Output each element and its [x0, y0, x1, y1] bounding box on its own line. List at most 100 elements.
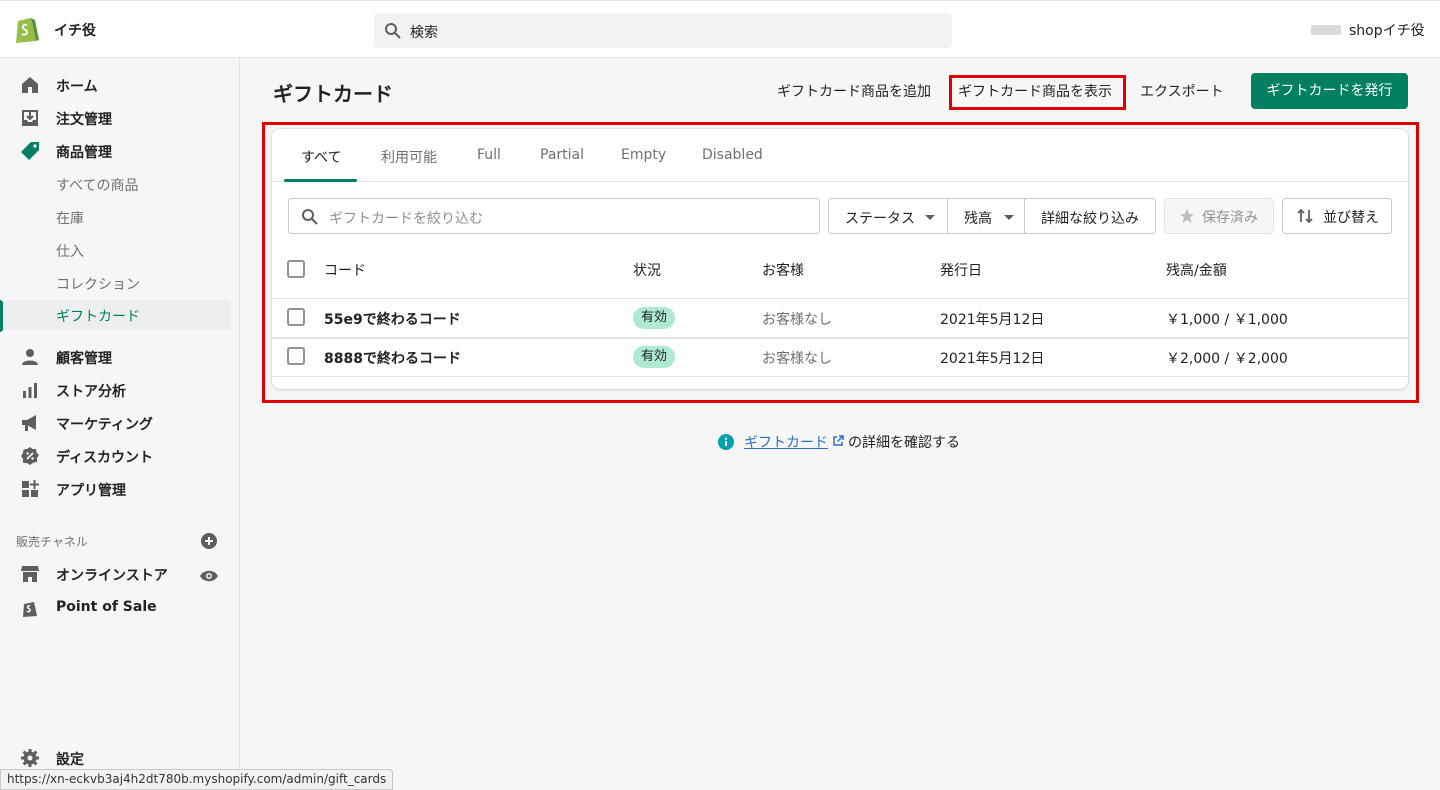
search-input[interactable]: 検索: [410, 22, 438, 42]
more-filters-button[interactable]: 詳細な絞り込み: [1024, 198, 1156, 234]
tabs: すべて 利用可能 Full Partial Empty Disabled: [272, 129, 1408, 182]
sidebar-item-label: 顧客管理: [56, 351, 112, 367]
sidebar-item-discounts[interactable]: ディスカウント: [0, 441, 238, 471]
balance-filter-button[interactable]: 残高: [947, 198, 1025, 234]
column-header-status[interactable]: 状況: [633, 260, 661, 280]
saved-button[interactable]: 保存済み: [1164, 198, 1274, 234]
sidebar-item-label: ストア分析: [56, 384, 126, 400]
external-link-icon: [833, 435, 844, 446]
gear-icon: [21, 749, 39, 767]
divider: [272, 337, 1408, 339]
filter-placeholder: ギフトカードを絞り込む: [329, 211, 483, 227]
help-text: の詳細を確認する: [848, 435, 960, 451]
sidebar-item-analytics[interactable]: ストア分析: [0, 375, 238, 405]
saved-label: 保存済み: [1202, 210, 1258, 226]
sidebar-item-label: ディスカウント: [56, 450, 154, 466]
balance-filter-label: 残高: [964, 211, 992, 227]
sidebar-item-home[interactable]: ホーム: [0, 70, 238, 100]
sidebar-subitem-label: 在庫: [56, 211, 84, 227]
active-indicator: [0, 300, 3, 332]
sidebar: ホーム 注文管理 商品管理 すべての商品 在庫 仕入 コレクション ギフトカード…: [0, 58, 240, 790]
search-bar[interactable]: 検索: [374, 13, 952, 48]
row-checkbox[interactable]: [287, 308, 305, 326]
sidebar-item-label: Point of Sale: [56, 599, 157, 615]
sidebar-item-label: オンラインストア: [56, 568, 168, 584]
sidebar-item-label: 商品管理: [56, 145, 112, 161]
sidebar-item-orders[interactable]: 注文管理: [0, 103, 238, 133]
sidebar-subitem-all-products[interactable]: すべての商品: [0, 169, 238, 199]
home-icon: [22, 77, 38, 93]
eye-icon[interactable]: [199, 568, 219, 584]
apps-icon: [22, 480, 39, 497]
customer-cell: お客様なし: [762, 312, 832, 328]
sidebar-subitem-gift-cards[interactable]: ギフトカード: [4, 300, 231, 330]
issue-gift-card-button[interactable]: ギフトカードを発行: [1251, 73, 1408, 109]
column-header-issued[interactable]: 発行日: [940, 260, 982, 280]
sidebar-item-label: 注文管理: [56, 112, 112, 128]
browser-status-url: https://xn-eckvb3aj4h2dt780b.myshopify.c…: [0, 769, 394, 790]
sort-button[interactable]: 並び替え: [1282, 198, 1392, 234]
divider: [272, 376, 1408, 377]
column-header-customer[interactable]: お客様: [762, 260, 804, 280]
store-name[interactable]: イチ役: [54, 20, 96, 40]
sidebar-subitem-label: 仕入: [56, 244, 84, 260]
shop-logo-icon: [1311, 25, 1341, 35]
sort-label: 並び替え: [1323, 210, 1379, 226]
column-header-balance[interactable]: 残高/金額: [1166, 260, 1227, 280]
gift-card-filter-input[interactable]: ギフトカードを絞り込む: [288, 198, 820, 234]
sidebar-subitem-purchase[interactable]: 仕入: [0, 235, 238, 265]
view-gift-card-products-button[interactable]: ギフトカード商品を表示: [958, 81, 1112, 101]
tab-full[interactable]: Full: [477, 147, 501, 163]
tab-all[interactable]: すべて: [301, 147, 341, 167]
gift-card-code[interactable]: 8888で終わるコード: [324, 348, 461, 368]
tab-disabled[interactable]: Disabled: [702, 147, 763, 163]
tab-partial[interactable]: Partial: [540, 147, 584, 163]
sidebar-item-point-of-sale[interactable]: Point of Sale: [0, 593, 238, 623]
caret-down-icon: [925, 215, 935, 220]
gift-card-code[interactable]: 55e9で終わるコード: [324, 309, 461, 329]
balance-cell: ￥1,000 / ￥1,000: [1166, 312, 1288, 328]
status-filter-button[interactable]: ステータス: [828, 198, 948, 234]
select-all-checkbox[interactable]: [287, 260, 305, 278]
megaphone-icon: [22, 415, 36, 431]
sidebar-subitem-label: コレクション: [56, 277, 140, 293]
sidebar-item-products[interactable]: 商品管理: [0, 136, 238, 166]
pos-icon: [23, 602, 37, 617]
account-menu[interactable]: shopイチ役: [1349, 20, 1425, 40]
issued-date-cell: 2021年5月12日: [940, 312, 1045, 328]
gift-cards-card: すべて 利用可能 Full Partial Empty Disabled ギフト…: [272, 129, 1408, 389]
add-channel-icon[interactable]: [200, 532, 218, 550]
top-bar: イチ役 検索 shopイチ役: [0, 0, 1440, 58]
customer-icon: [22, 349, 38, 365]
tag-icon: [21, 142, 39, 160]
sidebar-subitem-label: すべての商品: [56, 178, 139, 194]
sidebar-item-label: マーケティング: [56, 417, 153, 433]
gift-card-help-link[interactable]: ギフトカード: [744, 432, 828, 452]
export-button[interactable]: エクスポート: [1140, 81, 1224, 101]
analytics-icon: [23, 383, 37, 398]
more-filters-label: 詳細な絞り込み: [1041, 211, 1139, 227]
status-badge: 有効: [633, 346, 676, 368]
sidebar-subitem-inventory[interactable]: 在庫: [0, 202, 238, 232]
balance-cell: ￥2,000 / ￥2,000: [1166, 351, 1288, 367]
row-checkbox[interactable]: [287, 347, 305, 365]
store-icon: [21, 566, 39, 582]
sidebar-item-label: アプリ管理: [56, 483, 126, 499]
sidebar-item-apps[interactable]: アプリ管理: [0, 474, 238, 504]
sidebar-item-label: ホーム: [56, 79, 98, 95]
tab-empty[interactable]: Empty: [621, 147, 666, 163]
search-icon: [385, 23, 401, 39]
tab-available[interactable]: 利用可能: [381, 147, 437, 167]
sales-channels-title: 販売チャネル: [16, 535, 88, 549]
shopify-logo-icon[interactable]: [14, 14, 40, 44]
discount-icon: [21, 447, 39, 465]
search-icon: [302, 209, 318, 225]
add-gift-card-product-button[interactable]: ギフトカード商品を追加: [777, 81, 931, 101]
info-icon: [718, 434, 734, 450]
sidebar-item-marketing[interactable]: マーケティング: [0, 408, 238, 438]
sidebar-item-label: 設定: [56, 752, 84, 768]
sidebar-item-customers[interactable]: 顧客管理: [0, 342, 238, 372]
caret-down-icon: [1004, 215, 1014, 220]
column-header-code[interactable]: コード: [324, 260, 366, 280]
sidebar-subitem-collections[interactable]: コレクション: [0, 268, 238, 298]
